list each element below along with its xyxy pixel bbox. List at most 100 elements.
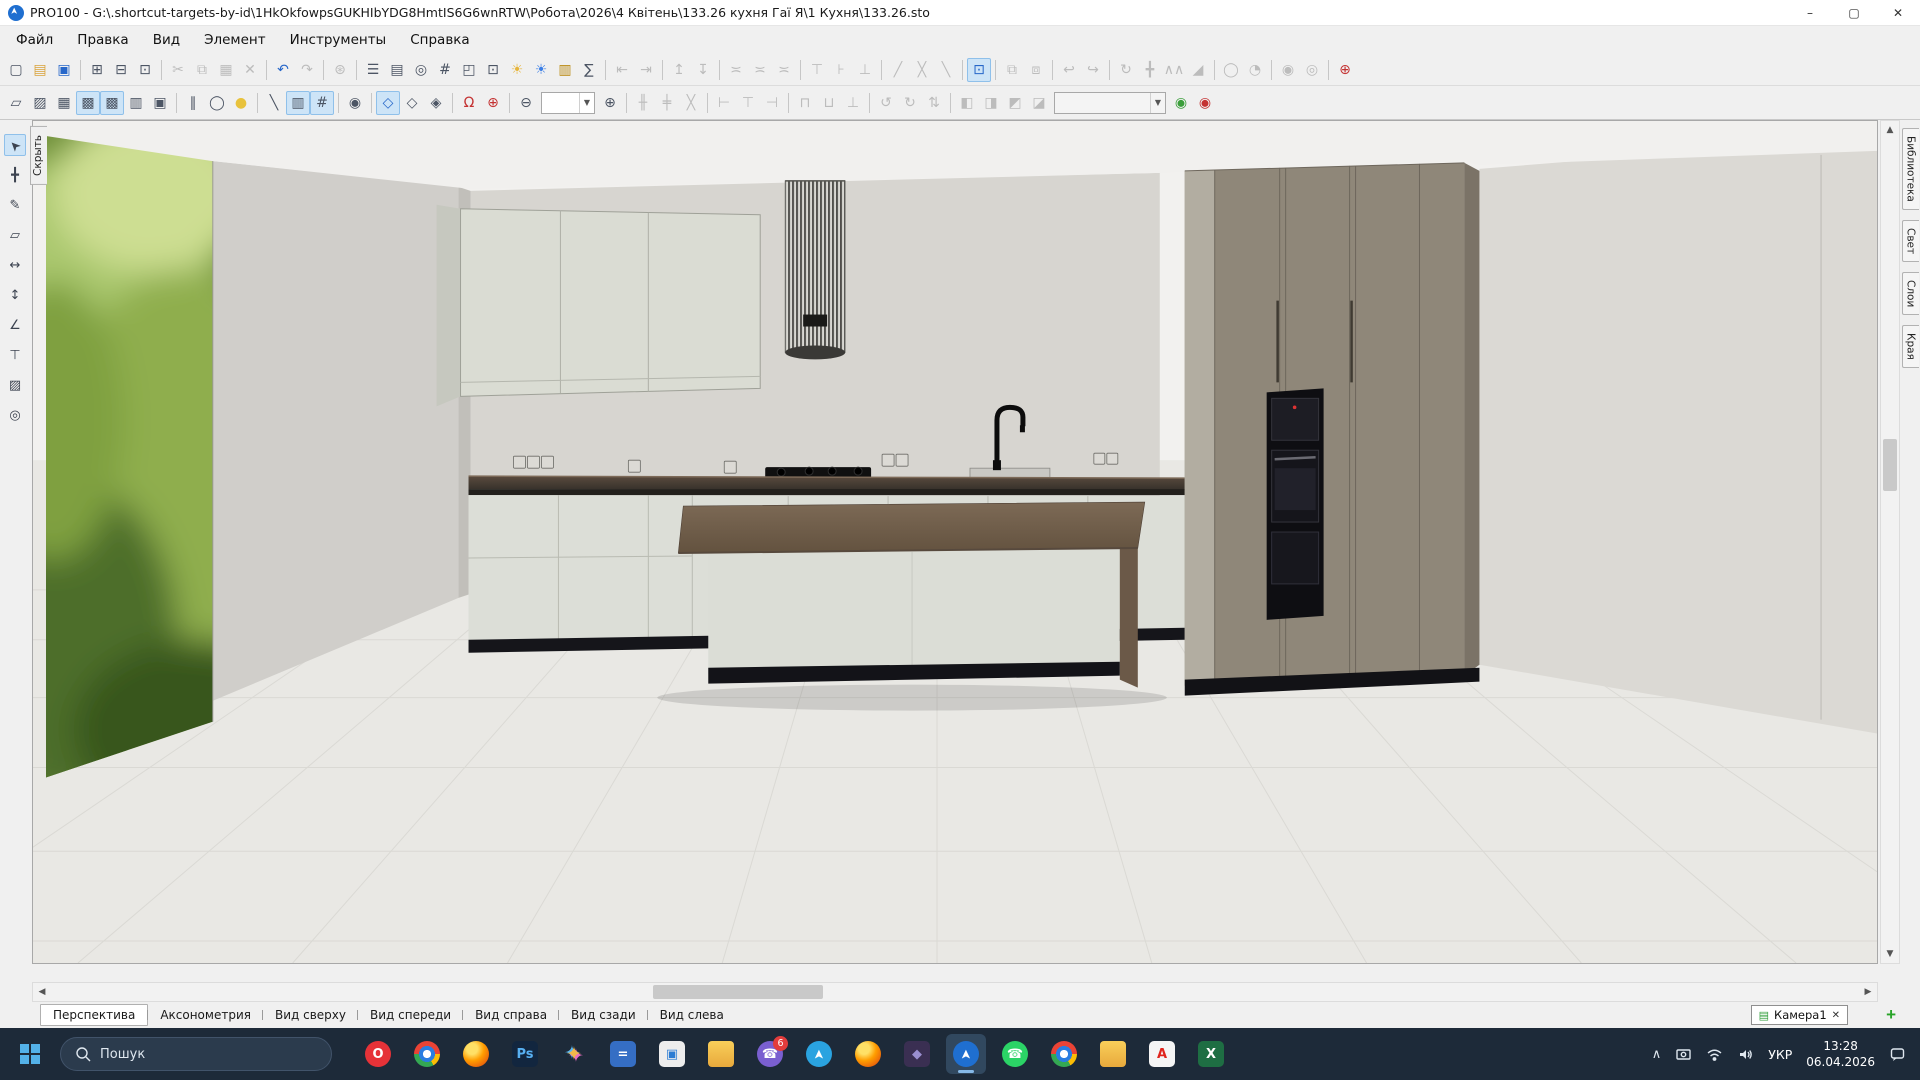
align-middle-button[interactable]: ⊦ [829,58,853,82]
whatsapp-app[interactable]: ☎ [995,1034,1035,1074]
menu-tools[interactable]: Инструменты [278,28,399,52]
menu-element[interactable]: Элемент [192,28,278,52]
move-free-button[interactable]: ╋ [1138,58,1162,82]
open-button[interactable]: ▤ [28,58,52,82]
close-camera-icon[interactable]: ✕ [1832,1010,1840,1021]
align-bottom-button[interactable]: ⊥ [853,58,877,82]
print-button[interactable]: ⊟ [109,58,133,82]
calculation-button[interactable]: ∑ [577,58,601,82]
vertical-scrollbar[interactable]: ▲ ▼ [1880,120,1900,964]
rotate-180-button[interactable]: ⇅ [922,91,946,115]
dock-top-button[interactable]: ◩ [1003,91,1027,115]
hscroll-thumb[interactable] [653,985,823,999]
hidden-icons-button[interactable]: ∧ [1652,1047,1662,1062]
view-tab-right[interactable]: Вид справа [463,1005,559,1025]
align-right-button[interactable]: ⊣ [760,91,784,115]
view-tab-left[interactable]: Вид слева [648,1005,736,1025]
wifi-icon[interactable] [1706,1046,1723,1063]
view-wireframe-toggle[interactable]: ▱ [4,91,28,115]
shadows-button[interactable]: ☀ [529,58,553,82]
element-list-button[interactable]: ☰ [361,58,385,82]
align-top-2-button[interactable]: ⊓ [793,91,817,115]
daylight-button[interactable]: ☀ [505,58,529,82]
space-equal-h-button[interactable]: ╫ [631,91,655,115]
price-list-button[interactable]: ▥ [553,58,577,82]
report-button[interactable]: ▤ [385,58,409,82]
3d-viewport[interactable] [32,120,1878,964]
pause-render-button[interactable]: ∥ [181,91,205,115]
scroll-up-icon[interactable]: ▲ [1881,121,1899,139]
align-top-button[interactable]: ⊤ [805,58,829,82]
notifications-icon[interactable] [1889,1046,1906,1063]
viber-app[interactable]: ☎ 6 [750,1034,790,1074]
acrobat-app[interactable]: A [1142,1034,1182,1074]
excel-app[interactable]: X [1191,1034,1231,1074]
structure-button[interactable]: # [433,58,457,82]
menu-help[interactable]: Справка [398,28,481,52]
rotate-button[interactable]: ↻ [1114,58,1138,82]
tab-library[interactable]: Библиотека [1902,128,1919,210]
align-center-h-button[interactable]: ⊤ [736,91,760,115]
resize-button[interactable]: ◢ [1186,58,1210,82]
chrome-2-app[interactable] [1044,1034,1084,1074]
print-setup-button[interactable]: ⊡ [133,58,157,82]
show-edges-toggle[interactable]: ▥ [286,91,310,115]
clock[interactable]: 13:28 06.04.2026 [1806,1038,1875,1070]
view-textured-toggle[interactable]: ▩ [76,91,100,115]
search-box[interactable]: Пошук [60,1037,332,1071]
save-button[interactable]: ▣ [52,58,76,82]
move-tool[interactable]: ╋ [4,164,26,186]
align-bottom-2-button[interactable]: ⊥ [841,91,865,115]
scroll-left-icon[interactable]: ◀ [33,983,51,1001]
language-indicator[interactable]: УКР [1768,1047,1792,1062]
photoshop-app[interactable]: Ps [505,1034,545,1074]
magnet-toggle[interactable]: Ω [457,91,481,115]
photos-app[interactable]: ▣ [652,1034,692,1074]
visibility-2-button[interactable]: ◎ [1300,58,1324,82]
align-center-v-button[interactable]: ⊔ [817,91,841,115]
firefox-app[interactable] [456,1034,496,1074]
tab-light[interactable]: Свет [1902,220,1919,262]
visibility-1-button[interactable]: ◉ [1276,58,1300,82]
cut-button[interactable]: ✂ [166,58,190,82]
material-combobox[interactable]: ▼ [1054,92,1166,114]
zoom-out-button[interactable]: ⊖ [514,91,538,115]
vscroll-thumb[interactable] [1883,439,1897,491]
minimize-button[interactable]: – [1788,0,1832,25]
ungroup-button[interactable]: ⧈ [1024,58,1048,82]
folder-app[interactable] [701,1034,741,1074]
dimension-h-tool[interactable]: ↔ [4,254,26,276]
bend-right-button[interactable]: ↪ [1081,58,1105,82]
show-3d-button[interactable]: ◰ [457,58,481,82]
bend-left-button[interactable]: ↩ [1057,58,1081,82]
copy-button[interactable]: ⧉ [190,58,214,82]
menu-file[interactable]: Файл [4,28,65,52]
edge-toggle-red[interactable]: ◉ [1193,91,1217,115]
view-tab-front[interactable]: Вид спереди [358,1005,463,1025]
view-sketch-toggle[interactable]: ▨ [28,91,52,115]
group-button[interactable]: ⧉ [1000,58,1024,82]
tab-edges[interactable]: Края [1902,325,1919,368]
edge-toggle-green[interactable]: ◉ [1169,91,1193,115]
explorer-app[interactable] [1093,1034,1133,1074]
select-tool[interactable]: ➤ [4,134,26,156]
space-equal-v-button[interactable]: ╪ [655,91,679,115]
rotate-right-90-button[interactable]: ↻ [898,91,922,115]
new-button[interactable]: ▢ [4,58,28,82]
shape-tool[interactable]: ▱ [4,224,26,246]
scroll-down-icon[interactable]: ▼ [1881,945,1899,963]
view-tab-back[interactable]: Вид сзади [559,1005,648,1025]
zoom-tool[interactable]: ◎ [4,404,26,426]
print-preview-button[interactable]: ⊞ [85,58,109,82]
light-toggle[interactable]: ● [229,91,253,115]
dock-left-button[interactable]: ◧ [955,91,979,115]
chevron-down-icon[interactable]: ▼ [1150,93,1165,113]
view-color-toggle[interactable]: ▦ [52,91,76,115]
calculator-app[interactable]: = [603,1034,643,1074]
view-contour-toggle[interactable]: ▥ [124,91,148,115]
slope-right-button[interactable]: ╲ [934,58,958,82]
add-view-button[interactable]: + [1882,1005,1900,1025]
slope-left-button[interactable]: ╱ [886,58,910,82]
pro100-app[interactable]: ➤ [946,1034,986,1074]
lasso-1-button[interactable]: ◯ [1219,58,1243,82]
